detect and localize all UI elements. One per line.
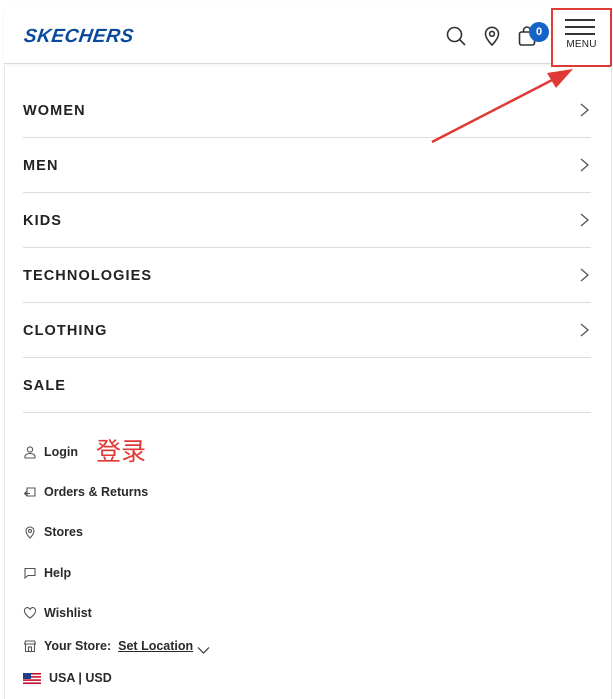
- nav-item-sale[interactable]: SALE: [23, 358, 591, 413]
- nav-item-kids[interactable]: KIDS: [23, 193, 591, 248]
- storefront-icon: [23, 639, 37, 653]
- nav-item-men[interactable]: MEN: [23, 138, 591, 193]
- locale-selector[interactable]: USA | USD: [23, 667, 112, 689]
- nav-item-clothing[interactable]: CLOTHING: [23, 303, 591, 358]
- login-label: Login: [44, 445, 79, 459]
- stores-link[interactable]: Stores: [23, 521, 83, 543]
- chevron-right-icon: [580, 213, 589, 227]
- search-button[interactable]: [444, 24, 468, 48]
- location-pin-icon: [23, 525, 37, 539]
- nav-item-women[interactable]: WOMEN: [23, 83, 591, 138]
- hamburger-icon: [565, 19, 595, 40]
- heart-icon: [23, 606, 37, 620]
- location-pin-icon: [484, 26, 500, 47]
- wishlist-link[interactable]: Wishlist: [23, 602, 92, 624]
- set-location-link[interactable]: Set Location: [118, 639, 193, 653]
- nav-item-label: SALE: [23, 378, 67, 394]
- nav-item-label: KIDS: [23, 213, 63, 229]
- chevron-right-icon: [580, 323, 589, 337]
- store-locator-button[interactable]: [480, 24, 504, 48]
- user-icon: [23, 445, 37, 459]
- us-flag-icon: [23, 672, 41, 684]
- site-header: SKECHERS 0: [4, 6, 612, 64]
- login-annotation: 登录: [96, 437, 147, 466]
- your-store-row: Your Store: Set Location: [23, 635, 210, 657]
- locale-label: USA | USD: [49, 671, 112, 685]
- help-label: Help: [44, 566, 72, 580]
- chat-bubble-icon: [23, 566, 37, 580]
- login-link[interactable]: Login: [23, 441, 78, 463]
- package-return-icon: [23, 485, 37, 499]
- help-link[interactable]: Help: [23, 562, 71, 584]
- wishlist-label: Wishlist: [44, 606, 92, 620]
- stores-label: Stores: [44, 525, 83, 539]
- chevron-down-icon[interactable]: [197, 642, 210, 654]
- search-icon: [446, 26, 466, 46]
- nav-item-technologies[interactable]: TECHNOLOGIES: [23, 248, 591, 303]
- skechers-logo[interactable]: SKECHERS: [22, 26, 136, 48]
- nav-item-label: MEN: [23, 158, 59, 174]
- menu-button[interactable]: MENU: [551, 8, 612, 67]
- orders-returns-label: Orders & Returns: [44, 485, 149, 499]
- chevron-right-icon: [580, 158, 589, 172]
- chevron-right-icon: [580, 103, 589, 117]
- nav-item-label: WOMEN: [23, 103, 86, 119]
- orders-returns-link[interactable]: Orders & Returns: [23, 481, 148, 503]
- nav-item-label: CLOTHING: [23, 323, 108, 339]
- menu-label: MENU: [566, 39, 597, 50]
- your-store-label: Your Store:: [44, 639, 112, 653]
- cart-count-badge: 0: [529, 22, 549, 42]
- chevron-right-icon: [580, 268, 589, 282]
- nav-item-label: TECHNOLOGIES: [23, 268, 153, 284]
